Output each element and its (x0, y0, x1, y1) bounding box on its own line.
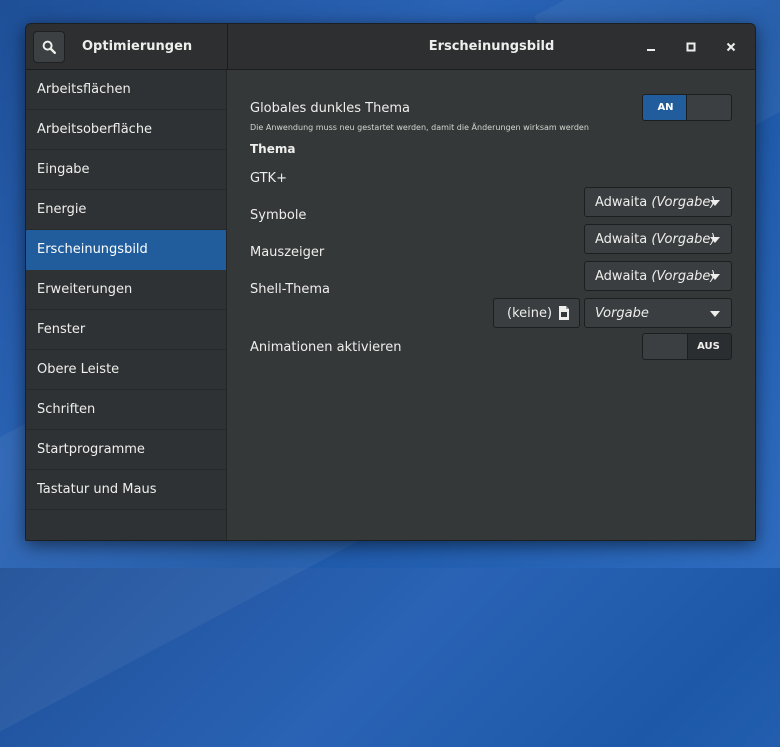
maximize-button[interactable] (681, 37, 701, 57)
shell-theme-dropdown[interactable]: Vorgabe (584, 298, 732, 328)
sidebar-item-fenster[interactable]: Fenster (26, 310, 226, 350)
chevron-down-icon (710, 274, 720, 280)
cursor-theme-dropdown[interactable]: Adwaita (Vorgabe) (584, 261, 732, 291)
sidebar: Arbeitsflächen Arbeitsoberfläche Eingabe… (26, 70, 227, 540)
page-title: Erscheinungsbild (428, 39, 555, 54)
header-bar: Optimierungen Erscheinungsbild (26, 24, 755, 70)
switch-knob (686, 95, 731, 120)
sidebar-item-tastatur-und-maus[interactable]: Tastatur und Maus (26, 470, 226, 510)
close-icon (726, 42, 736, 52)
chevron-down-icon (710, 200, 720, 206)
switch-state-label: AN (643, 95, 688, 120)
shell-theme-file-label: (keine) (507, 306, 553, 321)
shell-theme-value: Vorgabe (595, 306, 649, 321)
icon-theme-value: Adwaita (595, 232, 648, 247)
search-icon (42, 40, 56, 54)
shell-theme-label: Shell-Thema (250, 282, 331, 297)
theme-section-title: Thema (250, 142, 296, 156)
dark-theme-label: Globales dunkles Thema (250, 101, 410, 116)
tweaks-window: Optimierungen Erscheinungsbild Arbeitsfl… (25, 23, 756, 541)
switch-knob (643, 334, 688, 359)
gtk-theme-dropdown[interactable]: Adwaita (Vorgabe) (584, 187, 732, 217)
cursor-theme-default-tag: (Vorgabe) (651, 269, 716, 284)
gtk-theme-value: Adwaita (595, 195, 648, 210)
sidebar-item-erscheinungsbild[interactable]: Erscheinungsbild (26, 230, 226, 270)
minimize-icon (647, 49, 655, 51)
chevron-down-icon (710, 237, 720, 243)
app-title: Optimierungen (82, 39, 193, 54)
dark-theme-switch[interactable]: AN (642, 94, 732, 121)
sidebar-item-startprogramme[interactable]: Startprogramme (26, 430, 226, 470)
icon-theme-default-tag: (Vorgabe) (651, 232, 716, 247)
document-open-icon (559, 306, 569, 320)
close-button[interactable] (721, 37, 741, 57)
sidebar-item-arbeitsflaechen[interactable]: Arbeitsflächen (26, 70, 226, 110)
icon-theme-dropdown[interactable]: Adwaita (Vorgabe) (584, 224, 732, 254)
gtk-theme-default-tag: (Vorgabe) (651, 195, 716, 210)
sidebar-item-eingabe[interactable]: Eingabe (26, 150, 226, 190)
chevron-down-icon (710, 311, 720, 317)
settings-panel: Globales dunkles Thema Die Anwendung mus… (228, 70, 755, 540)
maximize-icon (686, 42, 696, 52)
minimize-button[interactable] (641, 37, 661, 57)
animations-label: Animationen aktivieren (250, 340, 402, 355)
cursor-label: Mauszeiger (250, 245, 325, 260)
animations-switch[interactable]: AUS (642, 333, 732, 360)
sidebar-item-arbeitsoberflaeche[interactable]: Arbeitsoberfläche (26, 110, 226, 150)
sidebar-item-energie[interactable]: Energie (26, 190, 226, 230)
sidebar-item-schriften[interactable]: Schriften (26, 390, 226, 430)
shell-theme-file-button[interactable]: (keine) (493, 298, 580, 328)
restart-note: Die Anwendung muss neu gestartet werden,… (250, 123, 589, 132)
sidebar-item-obere-leiste[interactable]: Obere Leiste (26, 350, 226, 390)
sidebar-item-erweiterungen[interactable]: Erweiterungen (26, 270, 226, 310)
cursor-theme-value: Adwaita (595, 269, 648, 284)
search-button[interactable] (33, 31, 65, 63)
icons-label: Symbole (250, 208, 307, 223)
gtk-label: GTK+ (250, 171, 287, 186)
switch-state-label: AUS (697, 341, 720, 352)
